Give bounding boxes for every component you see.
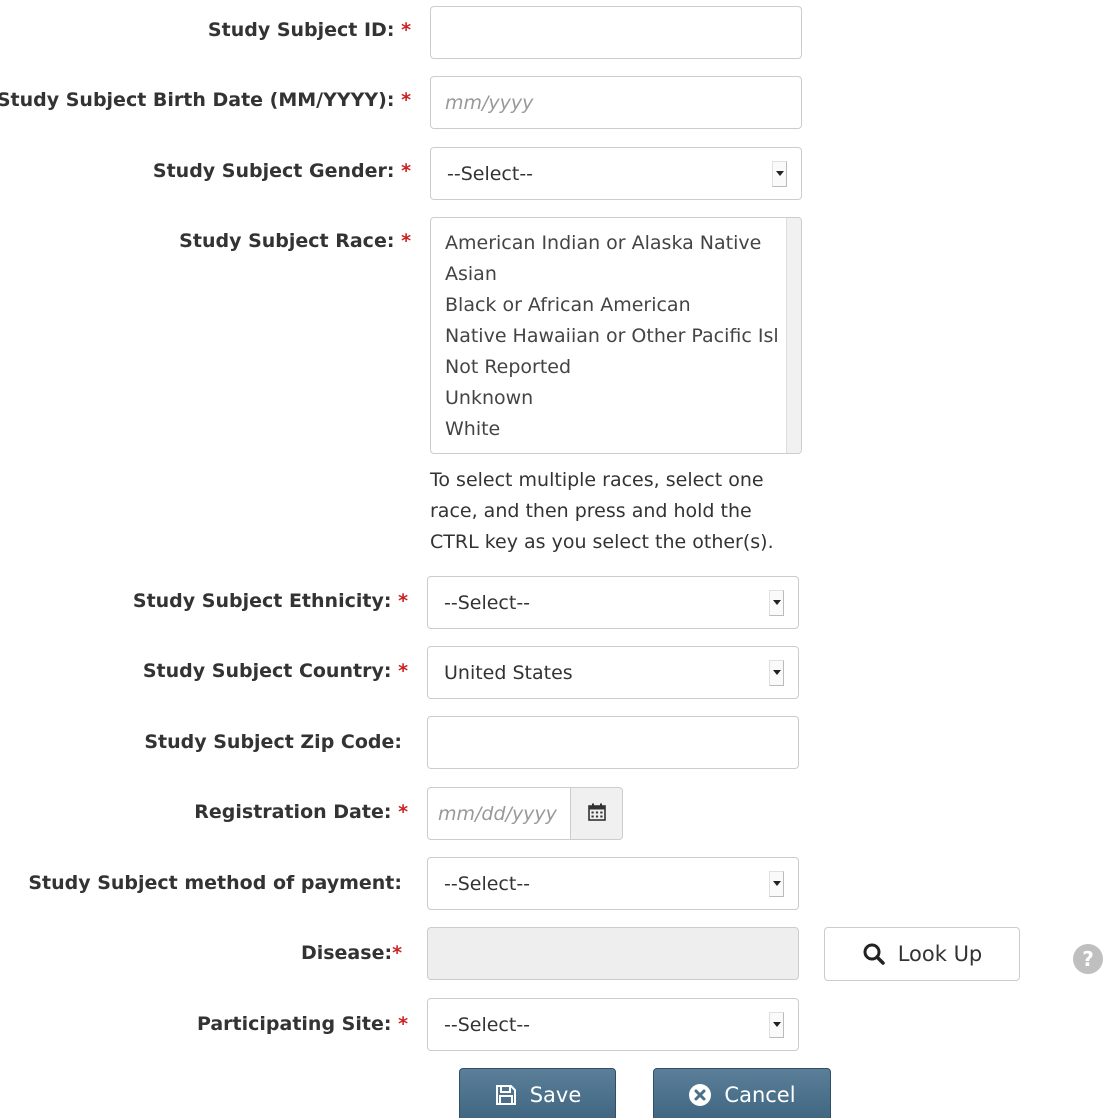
ethnicity-label: Study Subject Ethnicity: * bbox=[132, 590, 408, 612]
calendar-icon bbox=[587, 802, 607, 826]
registration-date-label: Registration Date: * bbox=[194, 801, 408, 823]
chevron-down-icon bbox=[769, 870, 784, 897]
chevron-down-icon bbox=[769, 589, 784, 616]
cancel-label: Cancel bbox=[724, 1083, 796, 1107]
required-marker: * bbox=[401, 160, 411, 182]
birth-date-input[interactable] bbox=[430, 76, 802, 129]
site-selected-value: --Select-- bbox=[444, 1013, 531, 1036]
zip-label: Study Subject Zip Code: bbox=[144, 731, 402, 753]
race-help-text: To select multiple races, select one rac… bbox=[430, 469, 774, 553]
race-option[interactable]: Not Reported bbox=[445, 352, 783, 383]
required-marker: * bbox=[398, 660, 408, 682]
required-marker: * bbox=[401, 89, 411, 111]
site-select[interactable]: --Select-- bbox=[427, 998, 799, 1051]
country-label: Study Subject Country: * bbox=[142, 660, 408, 682]
race-listbox[interactable]: American Indian or Alaska Native Asian B… bbox=[430, 217, 802, 454]
country-selected-value: United States bbox=[444, 661, 573, 684]
payment-selected-value: --Select-- bbox=[444, 872, 531, 895]
help-icon[interactable]: ? bbox=[1073, 944, 1103, 974]
chevron-down-icon bbox=[772, 160, 787, 187]
floppy-disk-icon bbox=[494, 1083, 518, 1107]
required-marker: * bbox=[398, 801, 408, 823]
look-up-button[interactable]: Look Up bbox=[824, 927, 1020, 981]
race-option[interactable]: Black or African American bbox=[445, 290, 783, 321]
race-label: Study Subject Race: * bbox=[179, 230, 411, 252]
race-option[interactable]: Asian bbox=[445, 259, 783, 290]
gender-select[interactable]: --Select-- bbox=[430, 147, 802, 200]
chevron-down-icon bbox=[769, 1011, 784, 1038]
chevron-down-icon bbox=[769, 659, 784, 686]
ethnicity-select[interactable]: --Select-- bbox=[427, 576, 799, 629]
payment-select[interactable]: --Select-- bbox=[427, 857, 799, 910]
save-button[interactable]: Save bbox=[459, 1068, 616, 1118]
save-label: Save bbox=[529, 1083, 582, 1107]
subject-id-label: Study Subject ID: * bbox=[207, 19, 411, 41]
birth-date-label: Study Subject Birth Date (MM/YYYY): * bbox=[0, 89, 411, 111]
required-marker: * bbox=[401, 19, 411, 41]
race-option[interactable]: American Indian or Alaska Native bbox=[445, 228, 783, 259]
required-marker: * bbox=[401, 230, 411, 252]
search-icon bbox=[862, 942, 886, 966]
required-marker: * bbox=[398, 590, 408, 612]
gender-selected-value: --Select-- bbox=[447, 162, 534, 185]
disease-field bbox=[427, 927, 799, 980]
registration-date-input[interactable] bbox=[427, 787, 571, 840]
subject-id-input[interactable] bbox=[430, 6, 802, 59]
required-marker: * bbox=[398, 1013, 408, 1035]
required-marker: * bbox=[392, 942, 402, 964]
site-label: Participating Site: * bbox=[196, 1013, 408, 1035]
close-circle-icon bbox=[688, 1083, 712, 1107]
race-option[interactable]: Unknown bbox=[445, 383, 783, 414]
race-option[interactable]: White bbox=[445, 414, 783, 445]
cancel-button[interactable]: Cancel bbox=[653, 1068, 831, 1118]
country-select[interactable]: United States bbox=[427, 646, 799, 699]
ethnicity-selected-value: --Select-- bbox=[444, 591, 531, 614]
look-up-label: Look Up bbox=[897, 942, 983, 966]
disease-label: Disease:* bbox=[300, 942, 402, 964]
gender-label: Study Subject Gender: * bbox=[152, 160, 411, 182]
calendar-button[interactable] bbox=[570, 787, 623, 840]
zip-input[interactable] bbox=[427, 716, 799, 769]
race-option[interactable]: Native Hawaiian or Other Pacific Isl bbox=[445, 321, 783, 352]
listbox-scrollbar[interactable] bbox=[786, 218, 801, 453]
payment-label: Study Subject method of payment: bbox=[28, 872, 402, 894]
